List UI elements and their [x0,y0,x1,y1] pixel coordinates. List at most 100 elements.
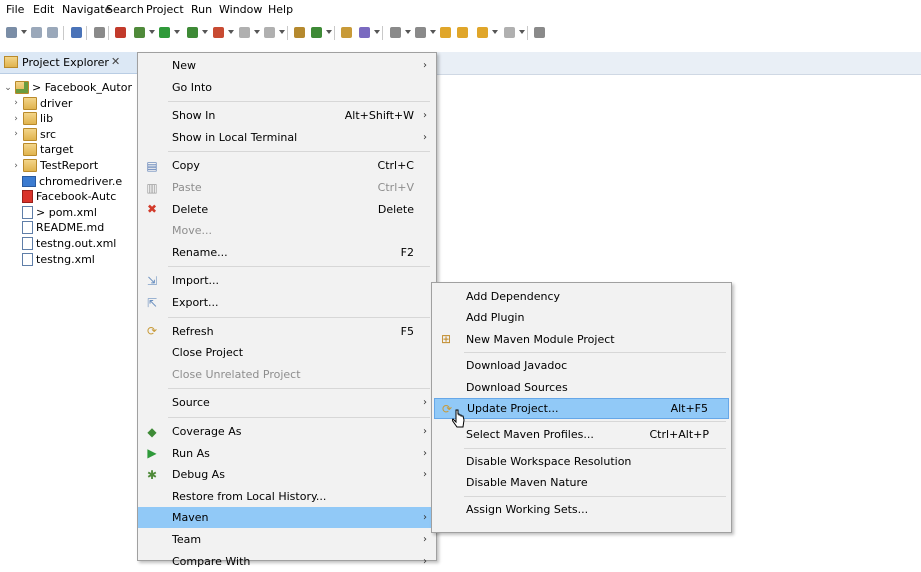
context-menu-item-team[interactable]: Team › [138,529,436,550]
menu-edit[interactable]: Edit [33,3,54,16]
maven-menu-item-add-plugin[interactable]: Add Plugin [434,307,729,328]
tree-item[interactable]: Facebook-Autc [22,188,116,205]
context-menu-item-import[interactable]: ⇲ Import... [138,270,436,291]
context-menu-item-new[interactable]: New › [138,55,436,76]
menu-item-label: Select Maven Profiles... [466,428,594,442]
console-icon[interactable] [69,25,84,40]
stop-icon[interactable] [113,25,128,40]
new-package-icon[interactable] [292,25,307,40]
menu-item-label: Import... [172,274,219,288]
tree-item[interactable]: › driver [12,95,72,112]
debug-icon[interactable] [132,25,147,40]
menu-file[interactable]: File [6,3,24,16]
tree-item[interactable]: › src [12,126,56,143]
dropdown-arrow-icon[interactable] [254,30,260,34]
tree-item[interactable]: testng.xml [22,251,95,268]
new-class-icon[interactable] [309,25,324,40]
tree-item[interactable]: target [12,141,73,158]
maven-menu-item-update-project[interactable]: ⟳ Update Project... Alt+F5 [434,398,729,419]
forward-icon[interactable] [455,25,470,40]
tree-item[interactable]: › TestReport [12,157,98,174]
maven-menu-item-download-javadoc[interactable]: Download Javadoc [434,355,729,376]
dropdown-arrow-icon[interactable] [326,30,332,34]
new-icon[interactable] [4,25,19,40]
stop-terminate-icon[interactable] [237,25,252,40]
menu-item-label: Compare With [172,554,251,568]
next-annotation-icon[interactable] [388,25,403,40]
dropdown-arrow-icon[interactable] [228,30,234,34]
context-menu-item-copy[interactable]: ▤ Copy Ctrl+C [138,155,436,176]
context-menu-item-move[interactable]: Move... [138,220,436,241]
context-menu-item-compare-with[interactable]: Compare With › [138,551,436,572]
context-menu-item-debug-as[interactable]: ✱ Debug As › [138,464,436,485]
expanded-chevron-icon[interactable]: ⌄ [4,83,12,93]
menu-window[interactable]: Window [219,3,262,16]
tree-item[interactable]: testng.out.xml [22,235,116,252]
dropdown-arrow-icon[interactable] [149,30,155,34]
maven-menu-item-assign-working-sets[interactable]: Assign Working Sets... [434,499,729,520]
tree-item[interactable]: › lib [12,110,53,127]
maven-menu-item-download-sources[interactable]: Download Sources [434,377,729,398]
maven-menu-item-select-maven-profiles[interactable]: Select Maven Profiles... Ctrl+Alt+P [434,424,729,445]
dropdown-arrow-icon[interactable] [492,30,498,34]
skip-breakpoints-icon[interactable] [92,25,107,40]
run-icon[interactable] [157,25,172,40]
dropdown-arrow-icon[interactable] [174,30,180,34]
save-all-icon[interactable] [45,25,60,40]
context-menu-item-rename[interactable]: Rename... F2 [138,242,436,263]
context-menu-item-run-as[interactable]: ▶ Run As › [138,443,436,464]
prev-annotation-icon[interactable] [413,25,428,40]
run-external-icon[interactable] [211,25,226,40]
maven-menu-item-disable-maven-nature[interactable]: Disable Maven Nature [434,472,729,493]
project-explorer-tab[interactable]: Project Explorer ✕ [0,52,146,74]
context-menu-item-source[interactable]: Source › [138,392,436,413]
collapsed-chevron-icon[interactable]: › [12,114,20,124]
toolbar-separator [334,26,335,40]
dropdown-arrow-icon[interactable] [405,30,411,34]
context-menu-item-go-into[interactable]: Go Into [138,77,436,98]
maven-menu-item-new-maven-module-project[interactable]: ⊞ New Maven Module Project [434,329,729,350]
tree-item[interactable]: chromedriver.e [22,173,122,190]
menu-run[interactable]: Run [191,3,212,16]
context-menu-item-close-unrelated-project[interactable]: Close Unrelated Project [138,364,436,385]
context-menu-item-export[interactable]: ⇱ Export... [138,292,436,313]
menu-help[interactable]: Help [268,3,293,16]
menu-search[interactable]: Search [106,3,144,16]
context-menu-item-show-in-local-terminal[interactable]: Show in Local Terminal › [138,127,436,148]
tree-item[interactable]: ⌄ > Facebook_Autor [4,79,132,96]
dropdown-arrow-icon[interactable] [21,30,27,34]
forward-nav-icon[interactable] [502,25,517,40]
collapsed-chevron-icon[interactable]: › [12,98,20,108]
deploy-icon[interactable] [262,25,277,40]
search-icon[interactable] [357,25,372,40]
dropdown-arrow-icon[interactable] [279,30,285,34]
dropdown-arrow-icon[interactable] [202,30,208,34]
open-type-icon[interactable] [339,25,354,40]
context-menu-item-paste[interactable]: ▥ Paste Ctrl+V [138,177,436,198]
collapsed-chevron-icon[interactable]: › [12,161,20,171]
collapsed-chevron-icon[interactable]: › [12,129,20,139]
context-menu-item-close-project[interactable]: Close Project [138,342,436,363]
context-menu-item-coverage-as[interactable]: ◆ Coverage As › [138,421,436,442]
context-menu-item-show-in[interactable]: Show In Alt+Shift+W › [138,105,436,126]
tree-item[interactable]: > pom.xml [22,204,97,221]
context-menu-item-delete[interactable]: ✖ Delete Delete [138,199,436,220]
maven-menu-item-disable-workspace-resolution[interactable]: Disable Workspace Resolution [434,451,729,472]
back-icon[interactable] [438,25,453,40]
back-nav-icon[interactable] [475,25,490,40]
dropdown-arrow-icon[interactable] [374,30,380,34]
menu-item-label: Maven [172,511,209,525]
context-menu-item-maven[interactable]: Maven › [138,507,436,529]
context-menu-item-restore-from-local-history[interactable]: Restore from Local History... [138,486,436,507]
maven-menu-item-add-dependency[interactable]: Add Dependency [434,286,729,307]
tree-item[interactable]: README.md [22,219,104,236]
dropdown-arrow-icon[interactable] [430,30,436,34]
save-icon[interactable] [29,25,44,40]
menu-project[interactable]: Project [146,3,184,16]
context-menu-item-refresh[interactable]: ⟳ Refresh F5 [138,321,436,342]
dropdown-arrow-icon[interactable] [519,30,525,34]
menu-navigate[interactable]: Navigate [62,3,111,16]
maximize-icon[interactable] [532,25,547,40]
close-icon[interactable]: ✕ [111,55,120,68]
coverage-icon[interactable] [185,25,200,40]
